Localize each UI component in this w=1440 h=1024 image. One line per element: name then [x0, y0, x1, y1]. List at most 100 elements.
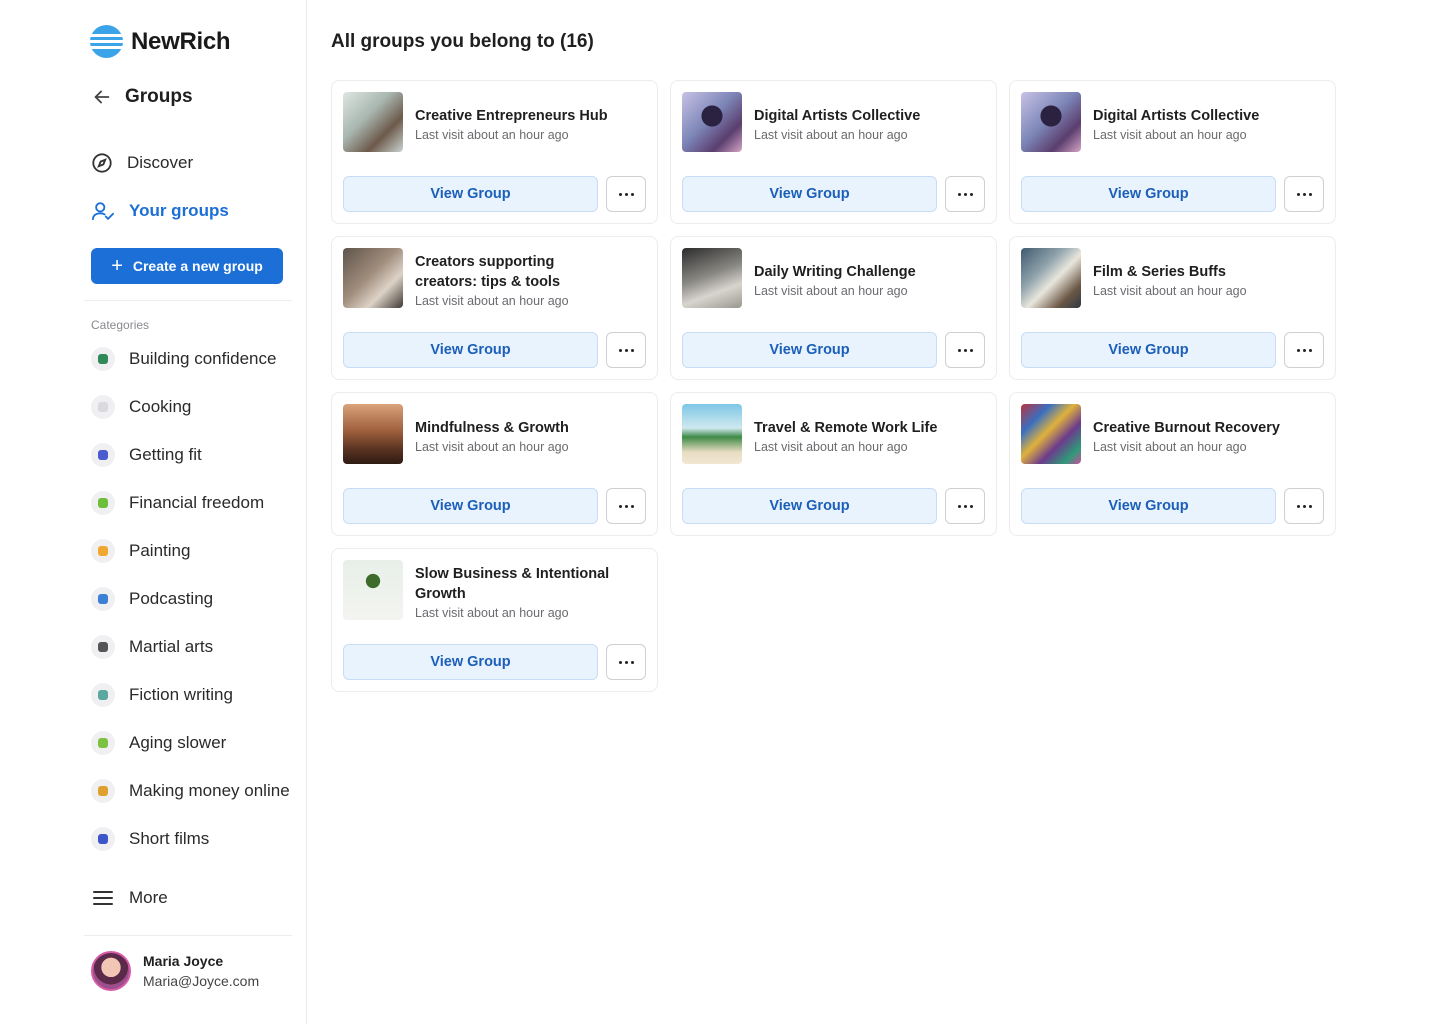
group-card: Daily Writing Challenge Last visit about… [670, 236, 997, 380]
group-info: Daily Writing Challenge Last visit about… [754, 250, 956, 310]
group-thumbnail[interactable] [343, 560, 403, 620]
group-name[interactable]: Film & Series Buffs [1093, 262, 1295, 282]
group-info: Creators supporting creators: tips & too… [415, 250, 617, 310]
group-name[interactable]: Digital Artists Collective [1093, 106, 1295, 126]
group-thumbnail[interactable] [682, 248, 742, 308]
group-thumbnail[interactable] [343, 92, 403, 152]
page-title: All groups you belong to (16) [331, 31, 594, 52]
group-thumbnail[interactable] [343, 248, 403, 308]
group-thumbnail[interactable] [682, 404, 742, 464]
view-group-button[interactable]: View Group [1021, 488, 1276, 524]
category-aging-slower[interactable]: Aging slower [91, 731, 226, 755]
more-dots-icon [618, 348, 634, 352]
group-options-button[interactable] [1284, 488, 1324, 524]
group-last-visit: Last visit about an hour ago [415, 440, 569, 454]
view-group-button[interactable]: View Group [343, 644, 598, 680]
group-name[interactable]: Mindfulness & Growth [415, 418, 617, 438]
category-label: Fiction writing [129, 685, 233, 704]
clapper-icon [91, 827, 115, 851]
nav-discover[interactable]: Discover [91, 152, 193, 174]
group-last-visit: Last visit about an hour ago [1093, 284, 1247, 298]
group-last-visit: Last visit about an hour ago [754, 128, 908, 142]
group-name[interactable]: Creative Entrepreneurs Hub [415, 106, 617, 126]
group-last-visit: Last visit about an hour ago [754, 440, 908, 454]
view-group-button[interactable]: View Group [1021, 176, 1276, 212]
category-label: Short films [129, 829, 210, 848]
profile-email: Maria@Joyce.com [143, 973, 260, 989]
divider [84, 300, 292, 301]
group-options-button[interactable] [606, 488, 646, 524]
category-label: Painting [129, 541, 191, 560]
nav-label: Your groups [129, 201, 229, 220]
group-name[interactable]: Travel & Remote Work Life [754, 418, 956, 438]
user-profile[interactable]: Maria Joyce Maria@Joyce.com [91, 951, 259, 991]
more-dots-icon [618, 660, 634, 664]
view-group-button[interactable]: View Group [682, 488, 937, 524]
more-dots-icon [618, 504, 634, 508]
plus-icon: + [111, 255, 123, 277]
brand-logo[interactable]: NewRich [90, 25, 231, 58]
view-group-button[interactable]: View Group [343, 176, 598, 212]
category-label: Podcasting [129, 589, 214, 608]
more-dots-icon [1296, 192, 1312, 196]
group-name[interactable]: Daily Writing Challenge [754, 262, 956, 282]
group-last-visit: Last visit about an hour ago [415, 294, 569, 308]
more-dots-icon [957, 192, 973, 196]
group-options-button[interactable] [606, 176, 646, 212]
more-menu[interactable]: More [91, 887, 168, 909]
group-name[interactable]: Slow Business & Intentional Growth [415, 564, 617, 604]
group-thumbnail[interactable] [1021, 248, 1081, 308]
view-group-button[interactable]: View Group [682, 332, 937, 368]
category-label: Aging slower [129, 733, 227, 752]
group-options-button[interactable] [606, 332, 646, 368]
category-building-confidence[interactable]: Building confidence [91, 347, 276, 371]
category-martial-arts[interactable]: Martial arts [91, 635, 213, 659]
group-options-button[interactable] [1284, 176, 1324, 212]
group-card: Creators supporting creators: tips & too… [331, 236, 658, 380]
group-info: Creative Entrepreneurs Hub Last visit ab… [415, 94, 617, 154]
back-to-groups[interactable]: Groups [91, 86, 193, 108]
category-cooking[interactable]: Cooking [91, 395, 191, 419]
group-thumbnail[interactable] [343, 404, 403, 464]
category-financial-freedom[interactable]: Financial freedom [91, 491, 264, 515]
group-thumbnail[interactable] [682, 92, 742, 152]
category-making-money-online[interactable]: Making money online [91, 779, 290, 803]
category-label: Martial arts [129, 637, 214, 656]
group-options-button[interactable] [606, 644, 646, 680]
group-options-button[interactable] [945, 488, 985, 524]
nav-your-groups[interactable]: Your groups [91, 200, 229, 222]
create-group-button[interactable]: + Create a new group [91, 248, 283, 284]
group-thumbnail[interactable] [1021, 404, 1081, 464]
person-icon [91, 731, 115, 755]
group-options-button[interactable] [945, 332, 985, 368]
category-getting-fit[interactable]: Getting fit [91, 443, 202, 467]
divider [84, 935, 292, 936]
view-group-button[interactable]: View Group [682, 176, 937, 212]
view-group-button[interactable]: View Group [1021, 332, 1276, 368]
group-name[interactable]: Creators supporting creators: tips & too… [415, 252, 617, 292]
category-label: Cooking [129, 397, 192, 416]
category-short-films[interactable]: Short films [91, 827, 209, 851]
dumbbell-icon [91, 443, 115, 467]
group-info: Digital Artists Collective Last visit ab… [1093, 94, 1295, 154]
group-options-button[interactable] [945, 176, 985, 212]
category-painting[interactable]: Painting [91, 539, 190, 563]
group-name[interactable]: Creative Burnout Recovery [1093, 418, 1295, 438]
group-options-button[interactable] [1284, 332, 1324, 368]
category-fiction-writing[interactable]: Fiction writing [91, 683, 233, 707]
brand-name: NewRich [131, 27, 231, 55]
confidence-icon [91, 347, 115, 371]
view-group-button[interactable]: View Group [343, 332, 598, 368]
view-group-button[interactable]: View Group [343, 488, 598, 524]
logo-icon [90, 25, 123, 58]
group-name[interactable]: Digital Artists Collective [754, 106, 956, 126]
group-card: Film & Series Buffs Last visit about an … [1009, 236, 1336, 380]
category-podcasting[interactable]: Podcasting [91, 587, 213, 611]
ufo-icon [91, 683, 115, 707]
category-label: Financial freedom [129, 493, 265, 512]
group-thumbnail[interactable] [1021, 92, 1081, 152]
category-label: Making money online [129, 781, 290, 800]
nav-label: Discover [127, 153, 194, 172]
group-last-visit: Last visit about an hour ago [754, 284, 908, 298]
compass-icon [92, 153, 112, 173]
